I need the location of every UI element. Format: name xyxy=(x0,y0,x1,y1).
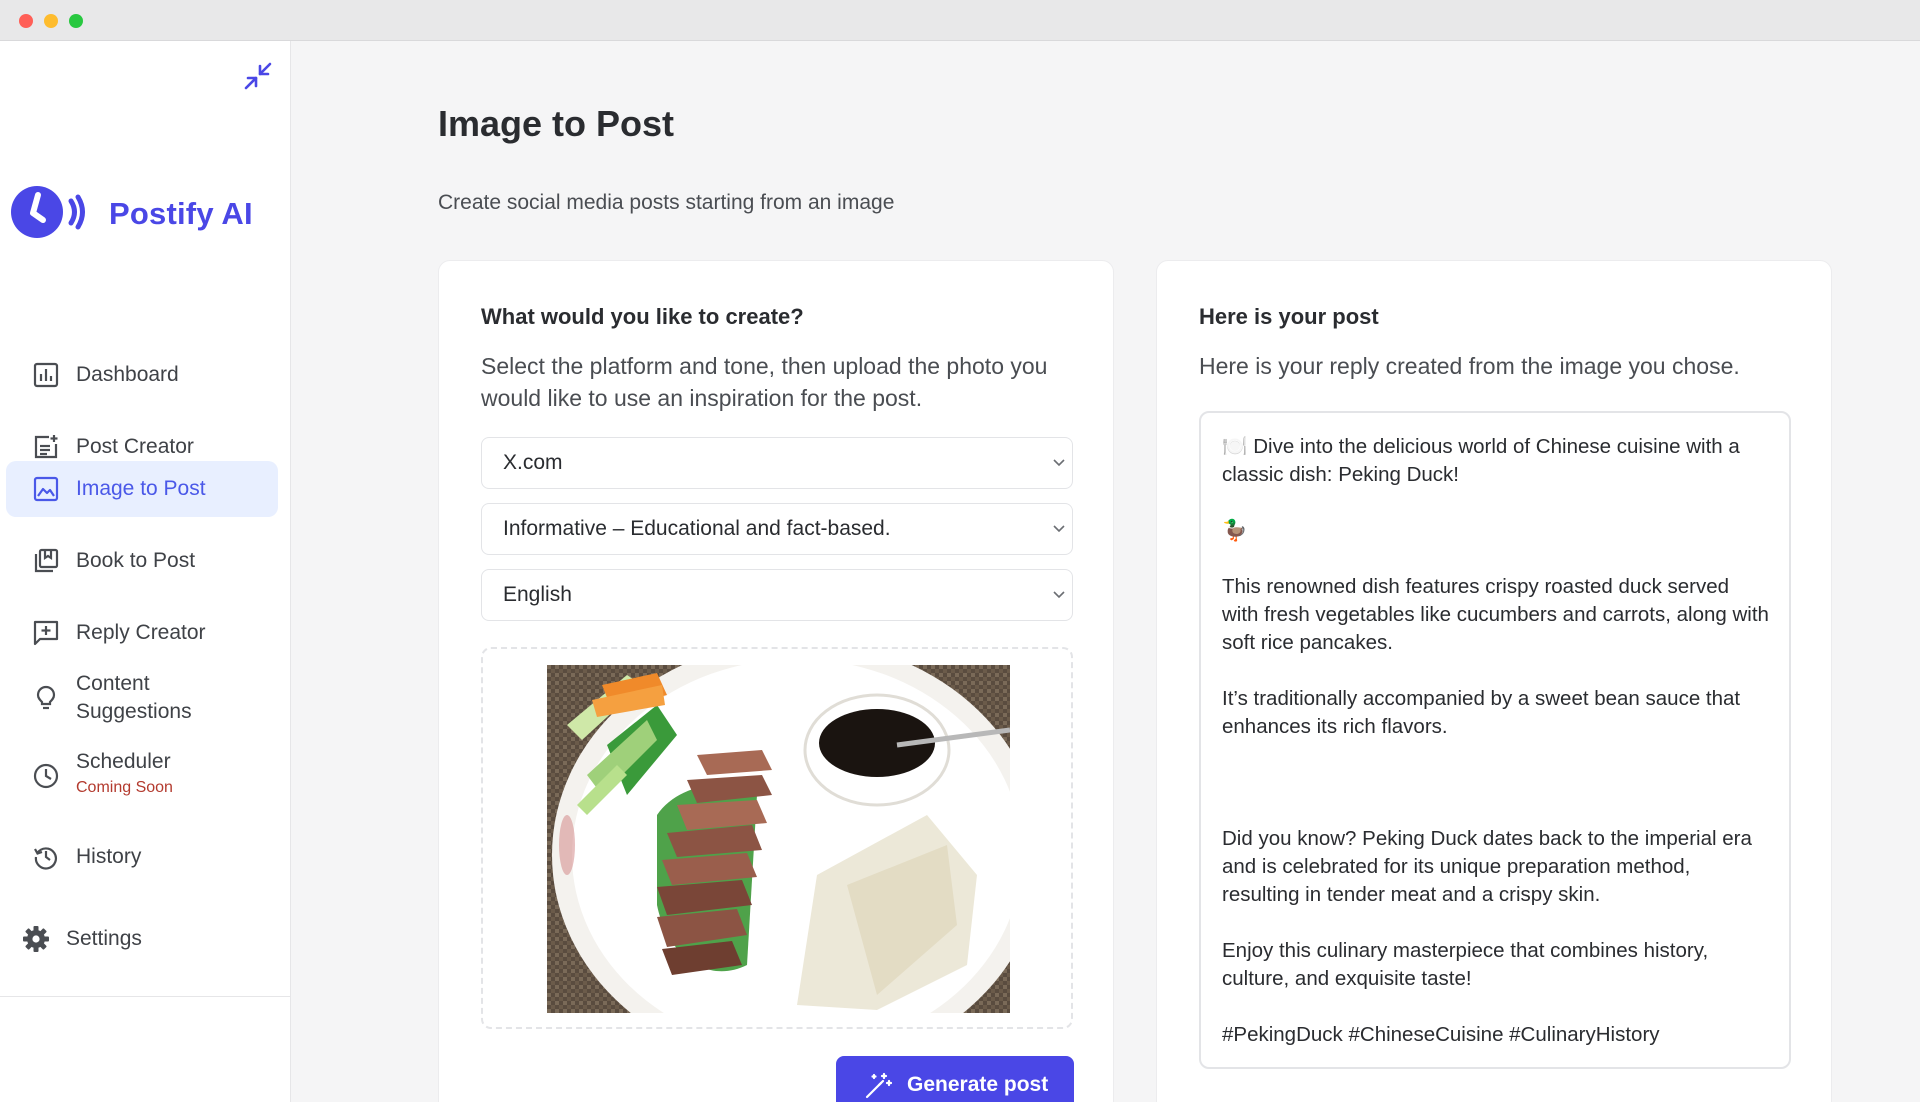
post-line-spacer xyxy=(1222,741,1769,769)
main-content: Image to Post Create social media posts … xyxy=(292,41,1920,1102)
platform-select[interactable]: X.com xyxy=(481,437,1073,489)
post-line: #PekingDuck #ChineseCuisine #CulinaryHis… xyxy=(1222,1023,1660,1046)
sidebar-item-content-suggestions[interactable]: Content Suggestions xyxy=(6,663,278,733)
book-icon xyxy=(32,547,60,575)
chevron-down-icon xyxy=(1050,586,1068,604)
result-card-title: Here is your post xyxy=(1199,304,1379,329)
post-line-spacer xyxy=(1222,545,1769,573)
sidebar-item-label: History xyxy=(76,845,142,868)
sidebar-item-label: Image to Post xyxy=(76,477,206,500)
result-card: Here is your post Here is your reply cre… xyxy=(1156,260,1832,1102)
post-line-spacer xyxy=(1222,909,1769,937)
create-card-description: Select the platform and tone, then uploa… xyxy=(481,353,1048,411)
post-line: Enjoy this culinary masterpiece that com… xyxy=(1222,939,1714,990)
history-icon xyxy=(32,843,60,871)
post-line-spacer xyxy=(1222,797,1769,825)
gear-icon xyxy=(22,925,50,953)
post-add-icon xyxy=(32,433,60,461)
chevron-down-icon xyxy=(1050,520,1068,538)
generate-post-label: Generate post xyxy=(907,1073,1049,1096)
bar-chart-icon xyxy=(32,361,60,389)
add-comment-icon xyxy=(32,619,60,647)
post-line: Did you know? Peking Duck dates back to … xyxy=(1222,827,1758,906)
sidebar-item-label: Scheduler xyxy=(76,750,171,773)
close-window-button[interactable] xyxy=(19,14,33,28)
sidebar-item-label: Reply Creator xyxy=(76,621,206,644)
language-select-value: English xyxy=(503,583,572,606)
clock-icon xyxy=(32,762,60,790)
sidebar-item-label: Post Creator xyxy=(76,435,194,458)
post-line-spacer xyxy=(1222,489,1769,517)
zoom-window-button[interactable] xyxy=(69,14,83,28)
sidebar-item-label: Dashboard xyxy=(76,363,179,386)
post-line: This renowned dish features crispy roast… xyxy=(1222,575,1775,654)
tone-select-value: Informative – Educational and fact-based… xyxy=(503,517,891,540)
chevron-down-icon xyxy=(1050,454,1068,472)
coming-soon-badge: Coming Soon xyxy=(76,779,173,796)
post-line-spacer xyxy=(1222,993,1769,1021)
minimize-window-button[interactable] xyxy=(44,14,58,28)
magic-wand-icon xyxy=(864,1072,893,1100)
sidebar-item-history[interactable]: History xyxy=(6,829,278,885)
post-line-spacer xyxy=(1222,657,1769,685)
language-select[interactable]: English xyxy=(481,569,1073,621)
create-card: What would you like to create? Select th… xyxy=(438,260,1114,1102)
logo-mark-icon xyxy=(11,184,89,245)
app-name: Postify AI xyxy=(109,196,253,231)
sidebar-item-label: Book to Post xyxy=(76,549,196,572)
post-line: 🍽️ Dive into the delicious world of Chin… xyxy=(1222,435,1746,486)
sidebar-item-reply-creator[interactable]: Reply Creator xyxy=(6,605,278,661)
sidebar-divider xyxy=(0,996,291,997)
uploaded-photo xyxy=(547,665,1010,1013)
post-line: It’s traditionally accompanied by a swee… xyxy=(1222,687,1746,738)
post-line-spacer xyxy=(1222,769,1769,797)
generated-post-text[interactable]: 🍽️ Dive into the delicious world of Chin… xyxy=(1199,411,1791,1069)
app-logo[interactable]: Postify AI xyxy=(11,184,253,245)
sidebar-item-settings[interactable]: Settings xyxy=(0,911,272,967)
collapse-arrows-icon xyxy=(242,60,274,97)
page-title: Image to Post xyxy=(438,103,675,144)
sidebar-item-scheduler[interactable]: Scheduler Coming Soon xyxy=(6,741,278,811)
window-titlebar xyxy=(0,0,1920,41)
sidebar-item-image-to-post[interactable]: Image to Post xyxy=(6,461,278,517)
sidebar-item-label: Settings xyxy=(66,927,142,950)
sidebar-item-label: Content Suggestions xyxy=(76,672,192,723)
post-line: 🦆 xyxy=(1222,519,1248,542)
create-card-title: What would you like to create? xyxy=(481,304,804,329)
sidebar-item-dashboard[interactable]: Dashboard xyxy=(6,347,278,403)
platform-select-value: X.com xyxy=(503,451,563,474)
sidebar-item-book-to-post[interactable]: Book to Post xyxy=(6,533,278,589)
result-card-description: Here is your reply created from the imag… xyxy=(1199,353,1740,379)
lightbulb-icon xyxy=(32,684,60,712)
collapse-sidebar-button[interactable] xyxy=(239,59,277,97)
sidebar: Postify AI Dashboard Post Creator Image … xyxy=(0,41,291,1102)
page-subtitle: Create social media posts starting from … xyxy=(438,191,895,214)
generate-post-button[interactable]: Generate post xyxy=(836,1056,1074,1102)
image-icon xyxy=(32,475,60,503)
tone-select[interactable]: Informative – Educational and fact-based… xyxy=(481,503,1073,555)
image-upload-dropzone[interactable] xyxy=(481,647,1073,1029)
